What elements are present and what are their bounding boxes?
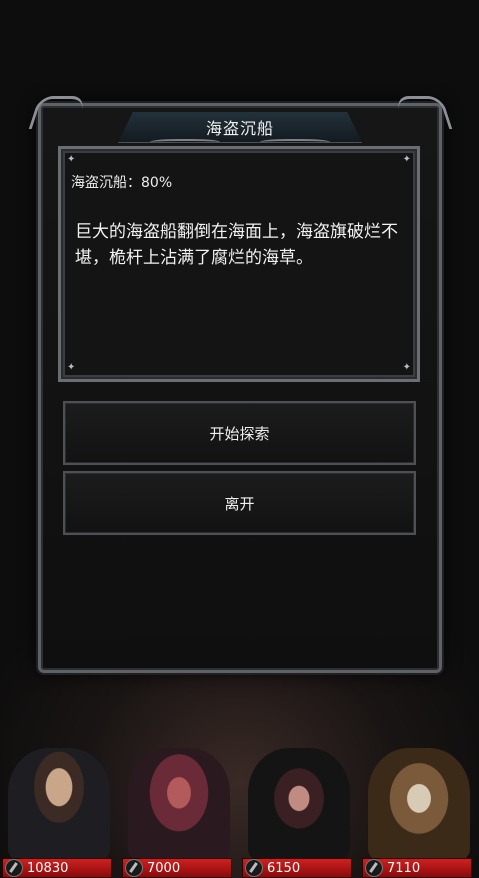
party-bar: 10830 7000 6150 7110 [0, 740, 479, 878]
hp-bar: 6150 [242, 858, 352, 878]
hp-bar: 7000 [122, 858, 232, 878]
party-member-3[interactable]: 6150 [240, 740, 358, 878]
party-member-1[interactable]: 10830 [0, 740, 118, 878]
start-explore-button[interactable]: 开始探索 [63, 401, 416, 465]
sparkle-icon: ✦ [67, 154, 76, 165]
sword-icon [125, 859, 143, 877]
sword-icon [5, 859, 23, 877]
dialog-title-bar: 海盗沉船 [118, 112, 362, 143]
leave-button[interactable]: 离开 [63, 471, 416, 535]
sparkle-icon: ✦ [67, 362, 76, 373]
sword-icon [365, 859, 383, 877]
hp-value: 6150 [267, 860, 301, 876]
event-rate-text: 海盗沉船：80% [71, 175, 173, 191]
sword-icon [245, 859, 263, 877]
hp-value: 7110 [387, 860, 421, 876]
frame-ornament-right [394, 96, 453, 129]
hero-portrait-1 [8, 748, 110, 860]
hero-portrait-2 [128, 748, 230, 860]
hp-value: 7000 [147, 860, 181, 876]
party-member-2[interactable]: 7000 [120, 740, 238, 878]
hero-portrait-3 [248, 748, 350, 860]
sparkle-icon: ✦ [402, 154, 411, 165]
hero-portrait-4 [368, 748, 470, 860]
hp-bar: 7110 [362, 858, 472, 878]
party-member-4[interactable]: 7110 [360, 740, 478, 878]
dialog-title: 海盗沉船 [205, 119, 274, 138]
event-description-box: ✦ ✦ ✦ ✦ 海盗沉船：80% 巨大的海盗船翻倒在海面上，海盗旗破烂不堪，桅杆… [58, 146, 420, 382]
event-description-text: 巨大的海盗船翻倒在海面上，海盗旗破烂不堪，桅杆上沾满了腐烂的海草。 [75, 222, 398, 268]
hp-bar: 10830 [2, 858, 112, 878]
hp-value: 10830 [27, 860, 69, 876]
sparkle-icon: ✦ [402, 362, 411, 373]
